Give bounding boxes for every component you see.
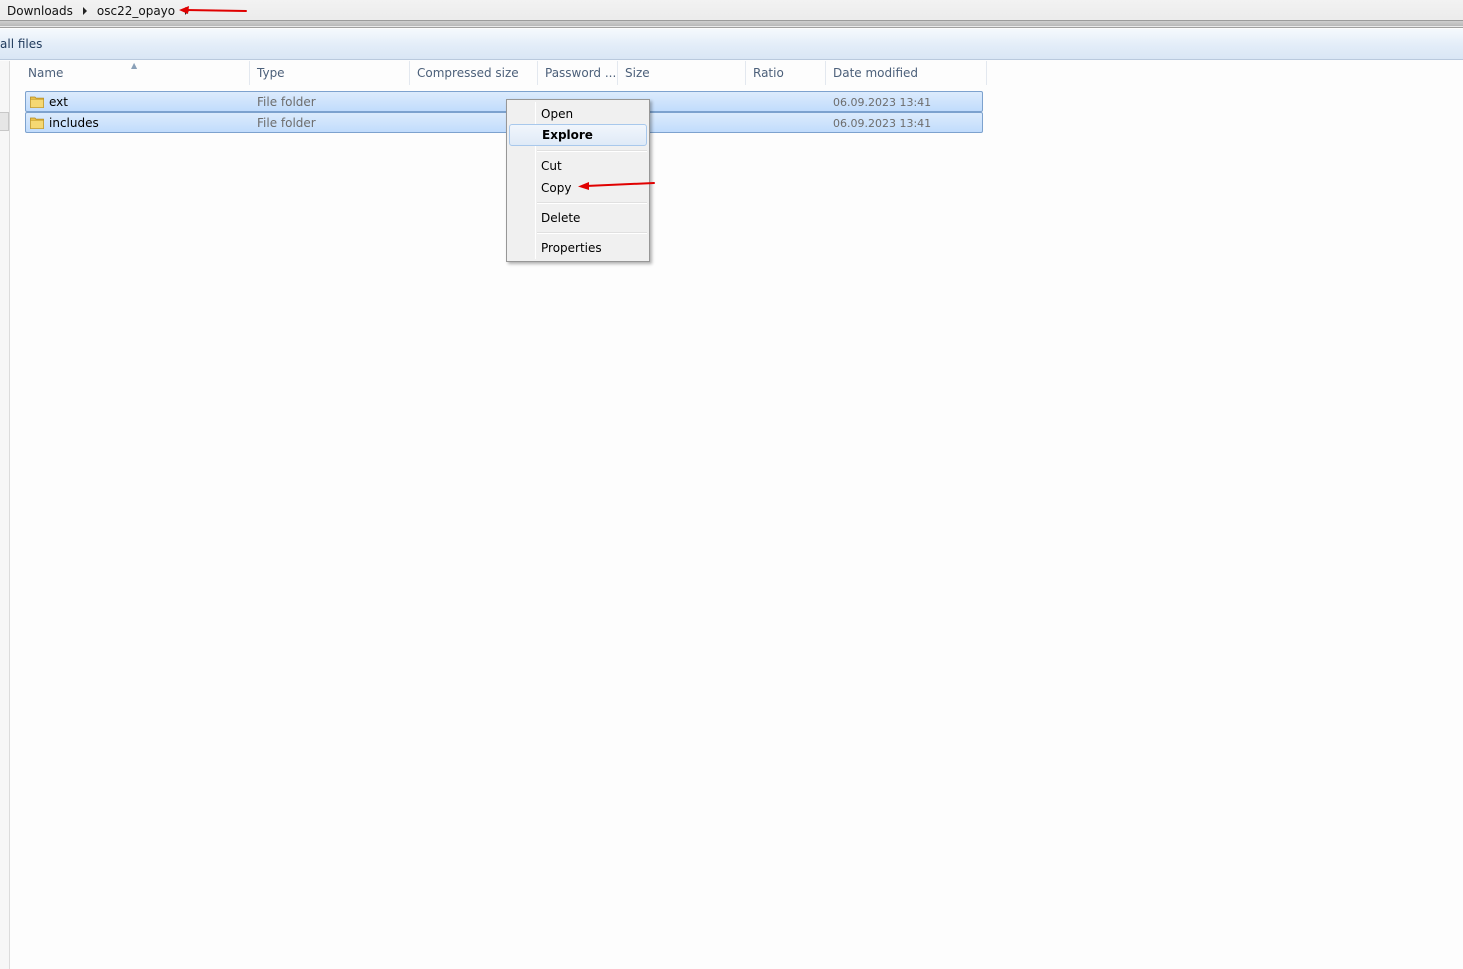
file-date-modified: 06.09.2023 13:41 (833, 117, 932, 130)
file-type: File folder (257, 116, 316, 130)
column-header-label: Password ... (545, 66, 617, 80)
column-header-date-modified[interactable]: Date modified (826, 61, 987, 85)
column-header-size[interactable]: Size (618, 61, 746, 85)
menu-separator (537, 232, 647, 234)
address-bar-divider (0, 20, 1463, 26)
column-header-type[interactable]: Type (250, 61, 410, 85)
file-name: ext (49, 95, 68, 109)
folder-icon (30, 117, 44, 129)
menu-item-properties[interactable]: Properties (509, 237, 647, 259)
column-header-name[interactable]: Name ▲ (21, 61, 250, 85)
sort-ascending-icon: ▲ (131, 61, 138, 70)
column-header-label: Ratio (753, 66, 784, 80)
navigation-pane[interactable] (0, 61, 10, 969)
menu-item-open[interactable]: Open (509, 103, 647, 125)
breadcrumb: Downloads osc22_opayo (7, 3, 199, 18)
menu-item-delete[interactable]: Delete (509, 207, 647, 229)
column-header-label: Date modified (833, 66, 919, 80)
folder-icon (30, 96, 44, 108)
file-name: includes (49, 116, 99, 130)
chevron-right-icon[interactable] (82, 6, 87, 15)
menu-item-cut[interactable]: Cut (509, 155, 647, 177)
menu-item-explore[interactable]: Explore (509, 124, 647, 146)
column-header-password[interactable]: Password ... (538, 61, 618, 85)
breadcrumb-item-osc22-opayo[interactable]: osc22_opayo (97, 4, 175, 18)
file-list: ext File folder 06.09.2023 13:41 include… (25, 91, 983, 133)
column-header-compressed-size[interactable]: Compressed size (410, 61, 538, 85)
annotation-arrow-icon (578, 182, 655, 190)
column-header-label: Name (28, 66, 64, 80)
table-row[interactable]: includes File folder 06.09.2023 13:41 (25, 112, 983, 133)
column-header-label: Size (625, 66, 650, 80)
annotation-arrow-icon (179, 6, 247, 14)
command-bar: all files (0, 29, 1463, 60)
column-headers: Name ▲ Type Compressed size Password ...… (21, 61, 987, 85)
breadcrumb-item-downloads[interactable]: Downloads (7, 4, 73, 18)
menu-separator (537, 202, 647, 204)
column-header-label: Type (257, 66, 285, 80)
command-extract-all-files[interactable]: all files (0, 37, 42, 51)
menu-separator (537, 150, 647, 152)
navigation-pane-item[interactable] (0, 112, 9, 131)
column-header-ratio[interactable]: Ratio (746, 61, 826, 85)
file-date-modified: 06.09.2023 13:41 (833, 96, 932, 109)
table-row[interactable]: ext File folder 06.09.2023 13:41 (25, 91, 983, 112)
file-type: File folder (257, 95, 316, 109)
column-header-label: Compressed size (417, 66, 519, 80)
